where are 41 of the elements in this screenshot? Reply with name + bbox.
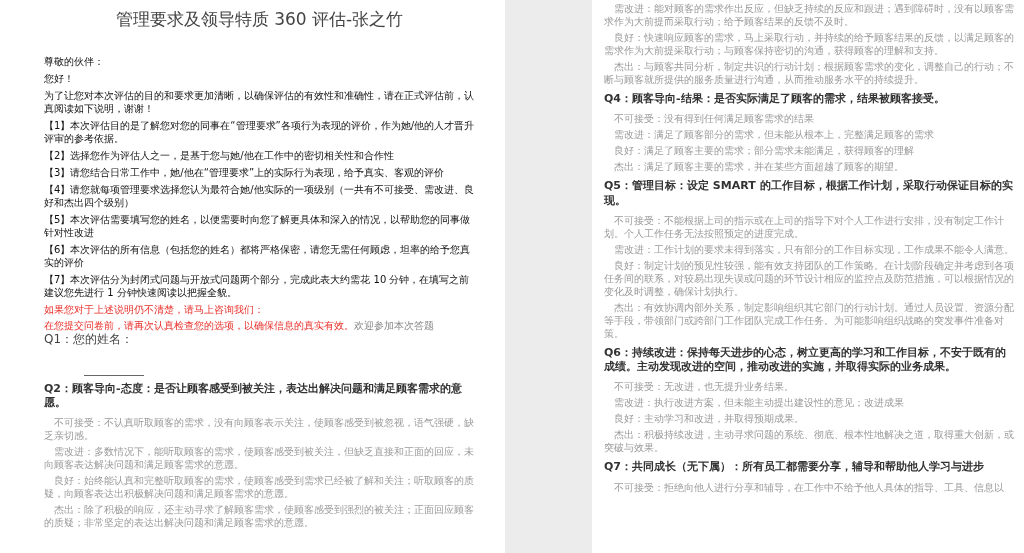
- question-heading: Q6：持续改进：保持每天进步的心态，树立更高的学习和工作目标，不安于既有的成绩。主动发现改进的空间，推动改进的实施，并取得实际的业务成果。: [604, 345, 1007, 375]
- paragraph: 【2】选择您作为评估人之一，是基于您与她/他在工作中的密切相关性和合作性: [44, 149, 395, 162]
- rating-description: 需改进：执行改进方案，但未能主动提出建设性的意见；改进成果: [613, 396, 905, 410]
- rating-description: 杰出：满足了顾客主要的需求，并在某些方面超越了顾客的期望。: [613, 160, 905, 174]
- fill-in-line[interactable]: [84, 373, 144, 376]
- rating-description: 不可接受：不认真听取顾客的需求，没有向顾客表示关注，使顾客感受到被忽视，语气强硬，缺乏亲切感。: [44, 416, 475, 443]
- paragraph: 【5】本次评估需要填写您的姓名，以便需要时向您了解更具体和深入的情况，以帮助您的同事做针对性改进: [44, 213, 472, 239]
- paragraph: 您好！: [44, 72, 75, 85]
- paragraph: 【1】本次评估目的是了解您对您的同事在“管理要求”各项行为表现的评价，作为她/他的人才晋升评审的参考依据。: [44, 119, 475, 145]
- rating-description: 不可接受：不能根据上司的指示或在上司的指导下对个人工作进行安排，没有制定工作计划。个人工作任务无法按照预定的进度完成。: [604, 213, 1005, 240]
- rating-description: 需改进：工作计划的要求未得到落实，只有部分的工作目标实现，工作成果不能令人满意。: [613, 242, 1014, 256]
- question-heading: Q4：顾客导向-结果：是否实际满足了顾客的需求，结果被顾客接受。: [604, 92, 946, 107]
- question-label: Q1：您的姓名：: [44, 332, 135, 348]
- rating-description: 良好：满足了顾客主要的需求；部分需求未能满足，获得顾客的理解: [613, 144, 915, 158]
- rating-description: 良好：制定计划的预见性较强，能有效支持团队的工作策略。在计划阶段确定并考虑到各项任务间的联系，对较易出现失误或问题的环节设计相应的监控点及防范措施，可以根据情况的变化及时调整，确保计划执行。: [604, 258, 1014, 298]
- paragraph: 【6】本次评估的所有信息（包括您的姓名）都将严格保密，请您无需任何顾虑，坦率的给予您真实的评价: [44, 243, 472, 269]
- rating-description: 需改进：能对顾客的需求作出反应，但缺乏持续的反应和跟进；遇到障碍时，没有以顾客需求作为大前提而采取行动；给予顾客结果的反馈不及时。: [604, 2, 1014, 28]
- question-heading: Q2：顾客导向-态度：是否让顾客感受到被关注，表达出解决问题和满足顾客需求的意愿。: [44, 381, 463, 411]
- rating-description: 杰出：有效协调内部外关系，制定影响组织其它部门的行动计划。通过人员设置、资源分配等手段，带领部门或跨部门工作团队完成工作任务。为可能影响组织战略的突发事件准备对策。: [604, 300, 1014, 340]
- rating-description: 良好：快速响应顾客的需求，马上采取行动，并持续的给予顾客结果的反馈，以满足顾客的需求作为大前提采取行动；与顾客保持密切的沟通，获得顾客的理解和支持。: [604, 31, 1014, 57]
- paragraph: 尊敬的伙伴：: [44, 55, 105, 68]
- welcome-text: 欢迎参加本次答题: [354, 320, 434, 331]
- document-title: 管理要求及领导特质 360 评估-张之竹: [114, 8, 405, 31]
- notice-text: 如果您对于上述说明仍不清楚，请马上咨询我们：: [44, 303, 265, 316]
- paragraph: 【7】本次评估分为封闭式问题与开放式问题两个部分，完成此表大约需花 10 分钟，在填写之前建议您先进行 1 分钟快速阅读以把握全貌。: [44, 273, 471, 299]
- paragraph: 为了让您对本次评估的目的和要求更加清晰，以确保评估的有效性和准确性，请在正式评估前，认真阅读如下说明，谢谢！: [44, 89, 475, 115]
- notice-text: 在您提交问卷前，请再次认真检查您的选项，以确保信息的真实有效。: [44, 320, 354, 331]
- rating-description: 需改进：多数情况下，能听取顾客的需求，使顾客感受到被关注，但缺乏直接和正面的回应，未向顾客表达解决问题和满足顾客需求的意愿。: [44, 445, 475, 472]
- rating-description: 杰出：除了积极的响应，还主动寻求了解顾客需求，使顾客感受到强烈的被关注；正面回应顾客的质疑；非常坚定的表达出解决问题和满足顾客需求的意愿。: [44, 503, 475, 530]
- rating-description: 不可接受：没有得到任何满足顾客需求的结果: [613, 112, 815, 126]
- paragraph: 【3】请您结合日常工作中，她/他在“管理要求”上的实际行为表现，给予真实、客观的评价: [44, 166, 446, 179]
- rating-description: 需改进：满足了顾客部分的需求，但未能从根本上，完整满足顾客的需求: [613, 128, 935, 142]
- rating-description: 良好：主动学习和改进，并取得预期成果。: [613, 412, 805, 426]
- question-heading: Q5：管理目标：设定 SMART 的工作目标，根据工作计划，采取行动保证目标的实现。: [604, 179, 1014, 208]
- rating-description: 不可接受：拒绝向他人进行分享和辅导，在工作中不给予他人具体的指导、工具、信息以: [613, 480, 1005, 494]
- question-heading: Q7：共同成长（无下属）：所有员工都需要分享，辅导和帮助他人学习与进步: [604, 460, 985, 475]
- rating-description: 良好：始终能认真和完整听取顾客的需求，使顾客感受到需求已经被了解和关注；听取顾客的质疑，向顾客表达出积极解决问题和满足顾客需求的意愿。: [44, 474, 475, 501]
- paragraph: 【4】请您就每项管理要求选择您认为最符合她/他实际的一项级别（一共有不可接受、需改进、良好和杰出四个级别）: [44, 183, 475, 209]
- rating-description: 不可接受：无改进，也无提升业务结果。: [613, 380, 795, 394]
- rating-description: 杰出：积极持续改进，主动寻求问题的系统、彻底、根本性地解决之道，取得重大创新，或突破与效果。: [604, 428, 1014, 455]
- rating-description: 杰出：与顾客共同分析，制定共识的行动计划；根据顾客需求的变化，调整自己的行动；不断与顾客就所提供的服务质量进行沟通，从而推动服务水平的持续提升。: [604, 60, 1014, 86]
